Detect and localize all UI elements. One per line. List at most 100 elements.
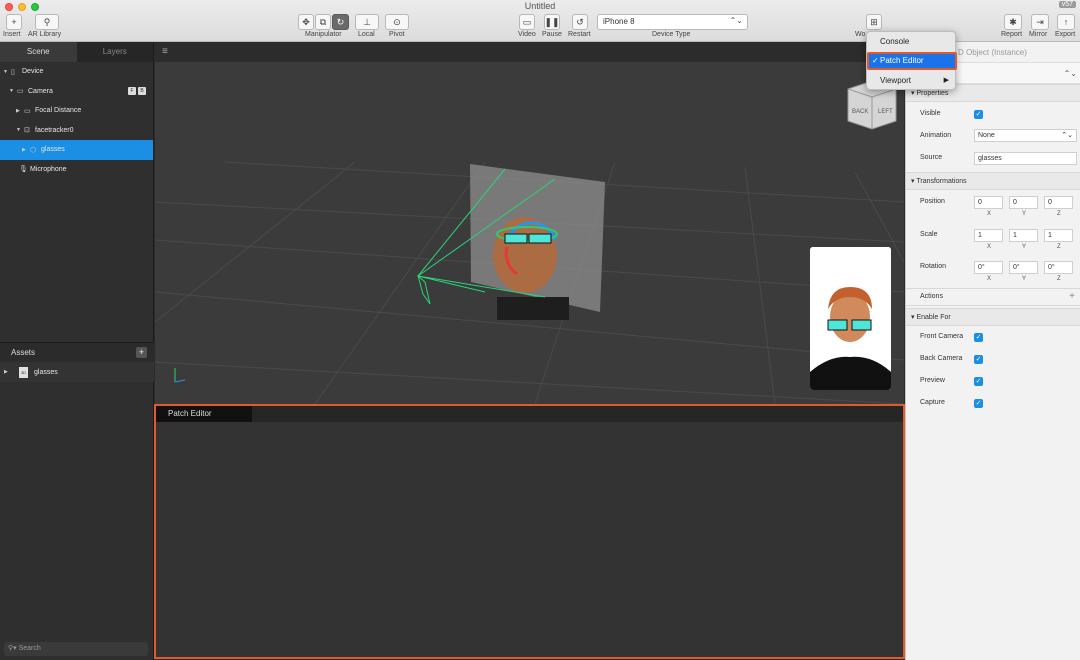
export-icon: ↑ [1063,17,1069,27]
scale-label: Scale [920,231,938,238]
rotation-label: Rotation [920,263,947,270]
mirror-button[interactable]: ⇥ [1031,14,1049,30]
tree-item-facetracker[interactable]: ▼ ⊡ facetracker0 [0,121,153,141]
pivot-label: Pivot [389,31,405,38]
device-type-select[interactable]: iPhone 8 ⌃⌄ [597,14,748,30]
pause-icon: ❚❚ [544,16,560,27]
video-button[interactable]: ▭ [519,14,535,30]
pivot-button[interactable]: ⊙ [385,14,409,30]
tab-patch-editor[interactable]: Patch Editor [156,406,252,422]
tree-item-label: Focal Distance [35,107,82,115]
visible-checkbox[interactable]: ✓ [974,110,983,119]
restart-button[interactable]: ↺ [572,14,588,30]
pause-label: Pause [542,31,562,38]
source-field[interactable]: glasses [974,152,1077,165]
position-x-field[interactable]: 0 [974,196,1003,209]
capture-checkbox[interactable]: ✓ [974,399,983,408]
rotation-z-field[interactable]: 0° [1044,261,1073,274]
cube-label-back: BACK [852,109,868,115]
shirt-preview [497,297,569,320]
front-camera-checkbox[interactable]: ✓ [974,333,983,342]
back-camera-badge: B [138,86,146,95]
report-label: Report [1001,31,1023,38]
patch-editor-panel[interactable]: Patch Editor [154,404,905,659]
window-title: Untitled [524,1,556,11]
video-label: Video [518,31,536,38]
back-camera-label: Back Camera [920,355,963,362]
menu-item-console[interactable]: Console [867,33,957,51]
animation-select[interactable]: None ⌃⌄ [974,129,1077,142]
tree-item-device[interactable]: ▼ ▯ Device [0,62,153,82]
position-z-field[interactable]: 0 [1044,196,1073,209]
scene-canvas: BACK LEFT [155,80,904,404]
submenu-arrow-icon: ▶ [943,77,949,84]
face-tracker-icon: ⊡ [24,127,30,135]
menu-item-viewport[interactable]: Viewport ▶ [867,72,957,90]
back-camera-checkbox[interactable]: ✓ [974,355,983,364]
plus-icon: + [138,347,145,357]
scene-panel: Scene Layers ▼ ▯ Device ▼ ▭ Camera F B ▶… [0,42,154,660]
report-button[interactable]: ✱ [1004,14,1022,30]
position-y-field[interactable]: 0 [1009,196,1038,209]
local-button[interactable]: ⊥ [355,14,379,30]
front-camera-label: Front Camera [920,333,964,340]
preview-checkbox[interactable]: ✓ [974,377,983,386]
add-action-button[interactable]: + [1069,291,1075,302]
rotation-x-field[interactable]: 0° [974,261,1003,274]
scale-z-field[interactable]: 1 [1044,229,1073,242]
export-label: Export [1055,31,1076,38]
preview-label: Preview [920,377,945,384]
transformations-section-header[interactable]: ▾ Transformations [906,172,1080,190]
rotate-tool-button[interactable]: ↻ [332,14,349,30]
expand-triangle-icon[interactable]: ▼ [9,88,17,94]
ar-library-button[interactable]: ⚲ [35,14,59,30]
tab-scene[interactable]: Scene [0,42,77,62]
workspace-menu: Console ✓ Patch Editor Viewport ▶ [866,31,957,90]
add-asset-button[interactable]: + [136,347,147,358]
tree-item-glasses[interactable]: ▶ ⬡ glasses [0,140,153,160]
visible-label: Visible [920,110,941,117]
move-tool-button[interactable]: ✥ [298,14,314,30]
properties-title: Properties [916,90,949,97]
camera-icon: ▭ [17,88,24,96]
device-preview [810,247,891,390]
tree-item-focal-distance[interactable]: ▶ ▭ Focal Distance [0,101,153,121]
tree-item-label: Camera [28,87,53,95]
bug-icon: ✱ [1009,16,1017,27]
asset-label: glasses [34,368,58,376]
expand-triangle-icon[interactable]: ▼ [16,127,24,133]
scale-tool-button[interactable]: ⧉ [315,14,331,30]
tree-item-microphone[interactable]: 🎙 Microphone [0,160,153,180]
assets-header: Assets + [0,342,154,362]
viewport[interactable]: ≡ BACK LEFT [155,42,904,404]
device-type-value: iPhone 8 [603,17,635,26]
expand-triangle-icon[interactable]: ▼ [3,69,11,75]
layout-icon: ⊞ [870,16,878,27]
tab-layers[interactable]: Layers [77,42,154,62]
scale-x-field[interactable]: 1 [974,229,1003,242]
cube-label-left: LEFT [878,109,893,115]
export-button[interactable]: ↑ [1057,14,1075,30]
tree-item-label: glasses [41,146,65,154]
microphone-icon: 🎙 [19,166,28,174]
asset-item-glasses[interactable]: ▶ 3D glasses [0,362,154,382]
device-preview-image [810,247,891,390]
front-camera-badge: F [128,86,136,95]
actions-row: Actions + [906,288,1080,306]
search-placeholder: Search [18,645,41,652]
search-input[interactable]: ⚲▾ Search [4,642,148,656]
insert-button[interactable]: + [6,14,22,30]
rotation-y-field[interactable]: 0° [1009,261,1038,274]
collapse-triangle-icon[interactable]: ▶ [16,108,24,114]
menu-item-patch-editor[interactable]: ✓ Patch Editor [867,52,957,70]
tree-item-camera[interactable]: ▼ ▭ Camera F B [0,82,153,102]
collapse-triangle-icon[interactable]: ▶ [4,369,12,375]
scale-y-field[interactable]: 1 [1009,229,1038,242]
select-arrows-icon: ⌃⌄ [729,16,743,25]
collapse-triangle-icon[interactable]: ▶ [22,147,30,153]
workspace-button[interactable]: ⊞ [866,14,882,30]
pause-button[interactable]: ❚❚ [544,14,560,30]
video-icon: ▭ [522,16,532,27]
file-icon: 3D [19,366,28,378]
enable-for-section-header[interactable]: ▾ Enable For [906,308,1080,326]
